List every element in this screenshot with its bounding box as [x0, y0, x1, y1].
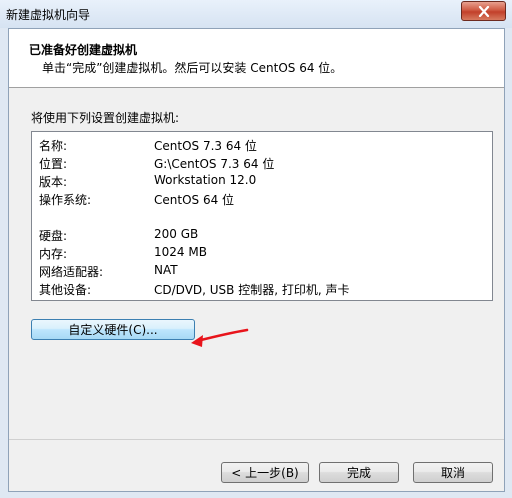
page-subtitle: 单击“完成”创建虚拟机。然后可以安装 CentOS 64 位。	[42, 61, 343, 75]
setting-row: 其他设备: CD/DVD, USB 控制器, 打印机, 声卡	[39, 281, 489, 299]
finish-button[interactable]: 完成	[319, 462, 399, 483]
title-bar: 新建虚拟机向导	[0, 0, 512, 28]
settings-summary-box: 名称: CentOS 7.3 64 位 位置: G:\CentOS 7.3 64…	[31, 131, 493, 301]
close-icon	[478, 5, 489, 17]
setting-row: 位置: G:\CentOS 7.3 64 位	[39, 155, 489, 173]
setting-value: NAT	[154, 263, 178, 277]
setting-key: 位置:	[39, 157, 68, 171]
setting-row: 硬盘: 200 GB	[39, 227, 489, 245]
setting-key: 内存:	[39, 247, 68, 261]
setting-row: 名称: CentOS 7.3 64 位	[39, 137, 489, 155]
close-button[interactable]	[461, 1, 506, 21]
setting-value: 1024 MB	[154, 245, 207, 259]
setting-key: 其他设备:	[39, 283, 92, 297]
setting-value: CentOS 7.3 64 位	[154, 139, 257, 153]
setting-value: G:\CentOS 7.3 64 位	[154, 157, 275, 171]
cancel-button[interactable]: 取消	[413, 462, 493, 483]
setting-value: 200 GB	[154, 227, 199, 241]
page-title: 已准备好创建虚拟机	[29, 43, 138, 57]
header-panel: 已准备好创建虚拟机 单击“完成”创建虚拟机。然后可以安装 CentOS 64 位…	[9, 29, 504, 88]
footer-separator	[9, 439, 504, 440]
setting-value: CentOS 64 位	[154, 193, 235, 207]
setting-row: 版本: Workstation 12.0	[39, 173, 489, 191]
setting-value: Workstation 12.0	[154, 173, 257, 187]
customize-hardware-button[interactable]: 自定义硬件(C)...	[31, 319, 195, 340]
wizard-body: 已准备好创建虚拟机 单击“完成”创建虚拟机。然后可以安装 CentOS 64 位…	[8, 28, 505, 492]
setting-key: 版本:	[39, 175, 68, 189]
settings-intro-label: 将使用下列设置创建虚拟机:	[31, 111, 180, 125]
setting-row: 网络适配器: NAT	[39, 263, 489, 281]
arrow-annotation-icon	[191, 328, 249, 347]
setting-key: 操作系统:	[39, 193, 92, 207]
setting-key: 名称:	[39, 139, 68, 153]
setting-key: 网络适配器:	[39, 265, 104, 279]
setting-row: 内存: 1024 MB	[39, 245, 489, 263]
setting-row: 操作系统: CentOS 64 位	[39, 191, 489, 209]
setting-key: 硬盘:	[39, 229, 68, 243]
window-title: 新建虚拟机向导	[6, 8, 91, 22]
setting-value: CD/DVD, USB 控制器, 打印机, 声卡	[154, 283, 350, 297]
back-button[interactable]: < 上一步(B)	[221, 462, 309, 483]
